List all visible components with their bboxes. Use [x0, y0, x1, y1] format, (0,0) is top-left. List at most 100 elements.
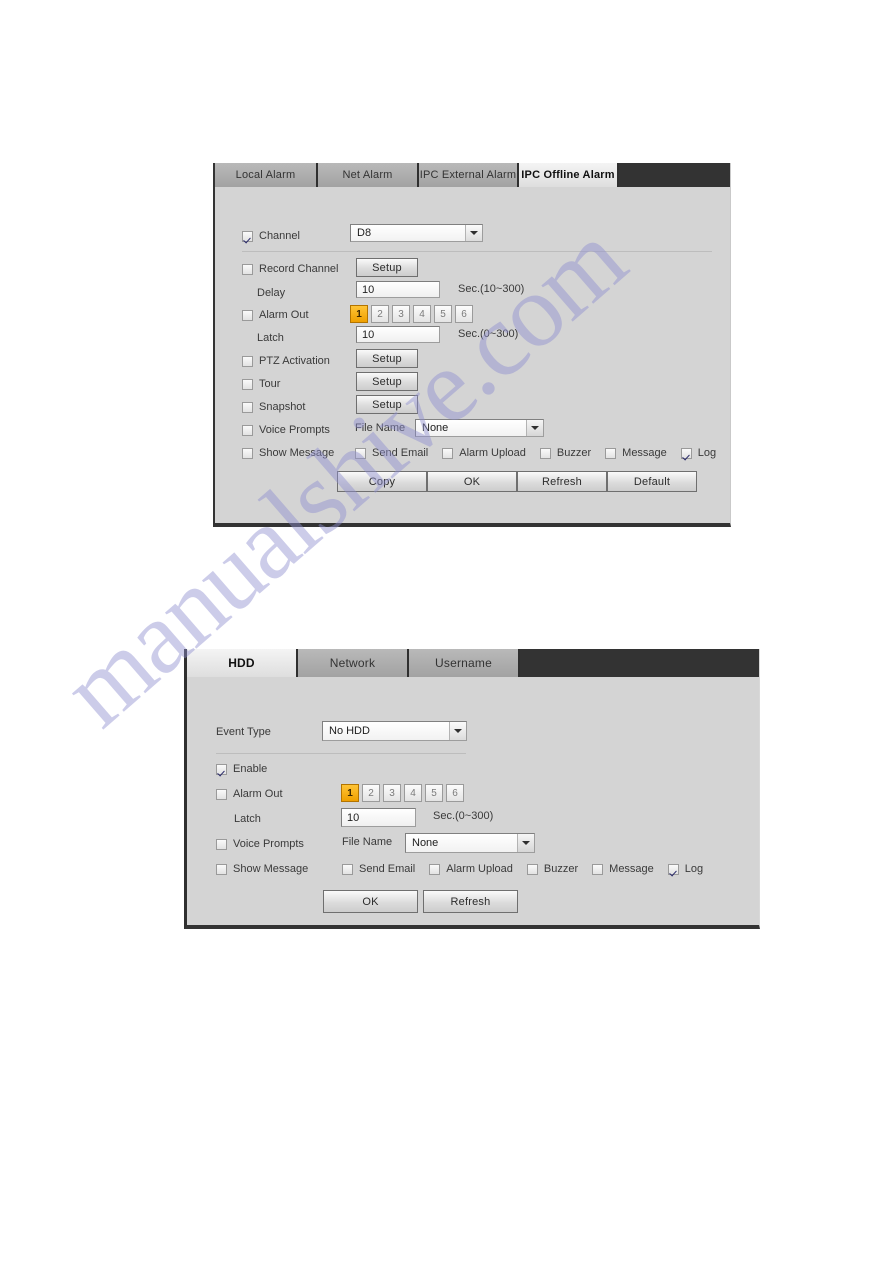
- message-checkbox[interactable]: [592, 863, 604, 875]
- alarm-out-chip-3[interactable]: 3: [392, 305, 410, 323]
- copy-button[interactable]: Copy: [337, 471, 427, 492]
- show-message-label: Show Message: [259, 446, 335, 459]
- voice-prompts-checkbox[interactable]: [216, 838, 227, 850]
- snapshot-checkbox[interactable]: [242, 401, 253, 413]
- ptz-activation-checkbox[interactable]: [242, 355, 253, 367]
- latch-label: Latch: [257, 331, 284, 344]
- ptz-activation-label: PTZ Activation: [259, 354, 330, 367]
- alarm-out-chip-2[interactable]: 2: [362, 784, 380, 802]
- enable-checkbox[interactable]: [216, 763, 227, 775]
- message-option[interactable]: Message: [605, 447, 667, 459]
- alarm-upload-checkbox[interactable]: [429, 863, 441, 875]
- event-type-row: Event Type: [216, 723, 271, 741]
- alarm-out-checkbox[interactable]: [242, 309, 253, 321]
- alarm-out-chip-5[interactable]: 5: [425, 784, 443, 802]
- alarm-out-chip-group: 1 2 3 4 5 6: [350, 305, 473, 323]
- alarm-out-chip-5-label: 5: [440, 308, 446, 320]
- send-email-checkbox[interactable]: [342, 863, 353, 875]
- tab-net-alarm[interactable]: Net Alarm: [318, 163, 419, 187]
- file-name-select[interactable]: None: [405, 833, 535, 853]
- buzzer-checkbox[interactable]: [539, 447, 551, 459]
- alarm-upload-option[interactable]: Alarm Upload: [429, 863, 513, 875]
- chevron-down-icon: [449, 722, 466, 740]
- abnormality-panel: HDD Network Username Event Type No HDD E…: [184, 649, 760, 929]
- delay-input[interactable]: 10: [356, 281, 440, 298]
- send-email-option[interactable]: Send Email: [355, 446, 429, 459]
- alarm-out-chip-2[interactable]: 2: [371, 305, 389, 323]
- tab-ipc-offline-alarm[interactable]: IPC Offline Alarm: [519, 163, 619, 187]
- show-message-row: Show Message: [216, 860, 308, 878]
- alarm-out-checkbox[interactable]: [216, 788, 227, 800]
- alarm-out-chip-6[interactable]: 6: [455, 305, 473, 323]
- tab-hdd[interactable]: HDD: [187, 649, 298, 677]
- buzzer-option[interactable]: Buzzer: [539, 447, 591, 459]
- record-channel-setup-button[interactable]: Setup: [356, 258, 418, 277]
- show-message-label: Show Message: [233, 862, 309, 875]
- message-option[interactable]: Message: [592, 862, 654, 875]
- buzzer-checkbox[interactable]: [526, 863, 538, 875]
- latch-input[interactable]: 10: [356, 326, 440, 343]
- record-channel-checkbox[interactable]: [242, 263, 253, 275]
- record-channel-setup-label: Setup: [372, 261, 402, 274]
- tour-setup-button[interactable]: Setup: [356, 372, 418, 391]
- tab-network[interactable]: Network: [298, 649, 409, 677]
- send-email-label: Send Email: [372, 446, 429, 459]
- event-type-select[interactable]: No HDD: [322, 721, 467, 741]
- alarm-out-chip-4[interactable]: 4: [413, 305, 431, 323]
- refresh-button[interactable]: Refresh: [423, 890, 518, 913]
- ok-button-label: OK: [362, 895, 379, 908]
- tab-hdd-label: HDD: [228, 656, 255, 670]
- ok-button[interactable]: OK: [323, 890, 418, 913]
- snapshot-setup-label: Setup: [372, 398, 402, 411]
- tab-username[interactable]: Username: [409, 649, 520, 677]
- log-option[interactable]: Log: [680, 447, 716, 459]
- alarm-out-chip-3[interactable]: 3: [383, 784, 401, 802]
- tour-setup-label: Setup: [372, 375, 402, 388]
- alarm-upload-label: Alarm Upload: [459, 446, 526, 459]
- tour-checkbox[interactable]: [242, 378, 253, 390]
- tab-ipc-external-alarm[interactable]: IPC External Alarm: [419, 163, 519, 187]
- show-message-checkbox[interactable]: [242, 447, 253, 459]
- latch-value: 10: [347, 811, 360, 824]
- tab-local-alarm[interactable]: Local Alarm: [215, 163, 318, 187]
- alarm-out-chip-5[interactable]: 5: [434, 305, 452, 323]
- notify-options-row: Send Email Alarm Upload Buzzer Message L…: [342, 860, 703, 878]
- alarm-out-chip-4[interactable]: 4: [404, 784, 422, 802]
- channel-select-value: D8: [357, 226, 372, 239]
- alarm-out-chip-2-label: 2: [368, 787, 374, 799]
- alarm-out-chip-6[interactable]: 6: [446, 784, 464, 802]
- send-email-checkbox[interactable]: [355, 447, 366, 459]
- channel-select[interactable]: D8: [350, 224, 483, 242]
- buzzer-option[interactable]: Buzzer: [526, 863, 578, 875]
- alarm-upload-checkbox[interactable]: [442, 447, 454, 459]
- channel-label: Channel: [259, 229, 300, 242]
- ptz-activation-row: PTZ Activation: [242, 352, 330, 370]
- log-checkbox[interactable]: [667, 863, 679, 875]
- alarm-upload-option[interactable]: Alarm Upload: [442, 446, 526, 459]
- voice-prompts-checkbox[interactable]: [242, 424, 253, 436]
- message-checkbox[interactable]: [605, 447, 617, 459]
- copy-button-label: Copy: [368, 475, 396, 488]
- send-email-option[interactable]: Send Email: [342, 863, 415, 875]
- ptz-activation-setup-label: Setup: [372, 352, 402, 365]
- refresh-button-label: Refresh: [450, 895, 491, 908]
- refresh-button[interactable]: Refresh: [517, 471, 607, 492]
- alarm-out-chip-4-label: 4: [419, 308, 425, 320]
- alarm-out-chip-1[interactable]: 1: [341, 784, 359, 802]
- log-checkbox[interactable]: [680, 447, 692, 459]
- channel-row: Channel: [242, 227, 300, 245]
- log-option[interactable]: Log: [667, 863, 703, 875]
- section-divider: [216, 753, 466, 754]
- alarm-out-chip-1-label: 1: [347, 787, 353, 799]
- channel-checkbox[interactable]: [242, 230, 253, 242]
- delay-row: Delay: [257, 284, 285, 302]
- file-name-select[interactable]: None: [415, 419, 544, 437]
- ok-button[interactable]: OK: [427, 471, 517, 492]
- show-message-checkbox[interactable]: [216, 863, 227, 875]
- snapshot-setup-button[interactable]: Setup: [356, 395, 418, 414]
- alarm-out-chip-1[interactable]: 1: [350, 305, 368, 323]
- default-button[interactable]: Default: [607, 471, 697, 492]
- ptz-activation-setup-button[interactable]: Setup: [356, 349, 418, 368]
- message-label: Message: [609, 862, 654, 875]
- latch-input[interactable]: 10: [341, 808, 416, 827]
